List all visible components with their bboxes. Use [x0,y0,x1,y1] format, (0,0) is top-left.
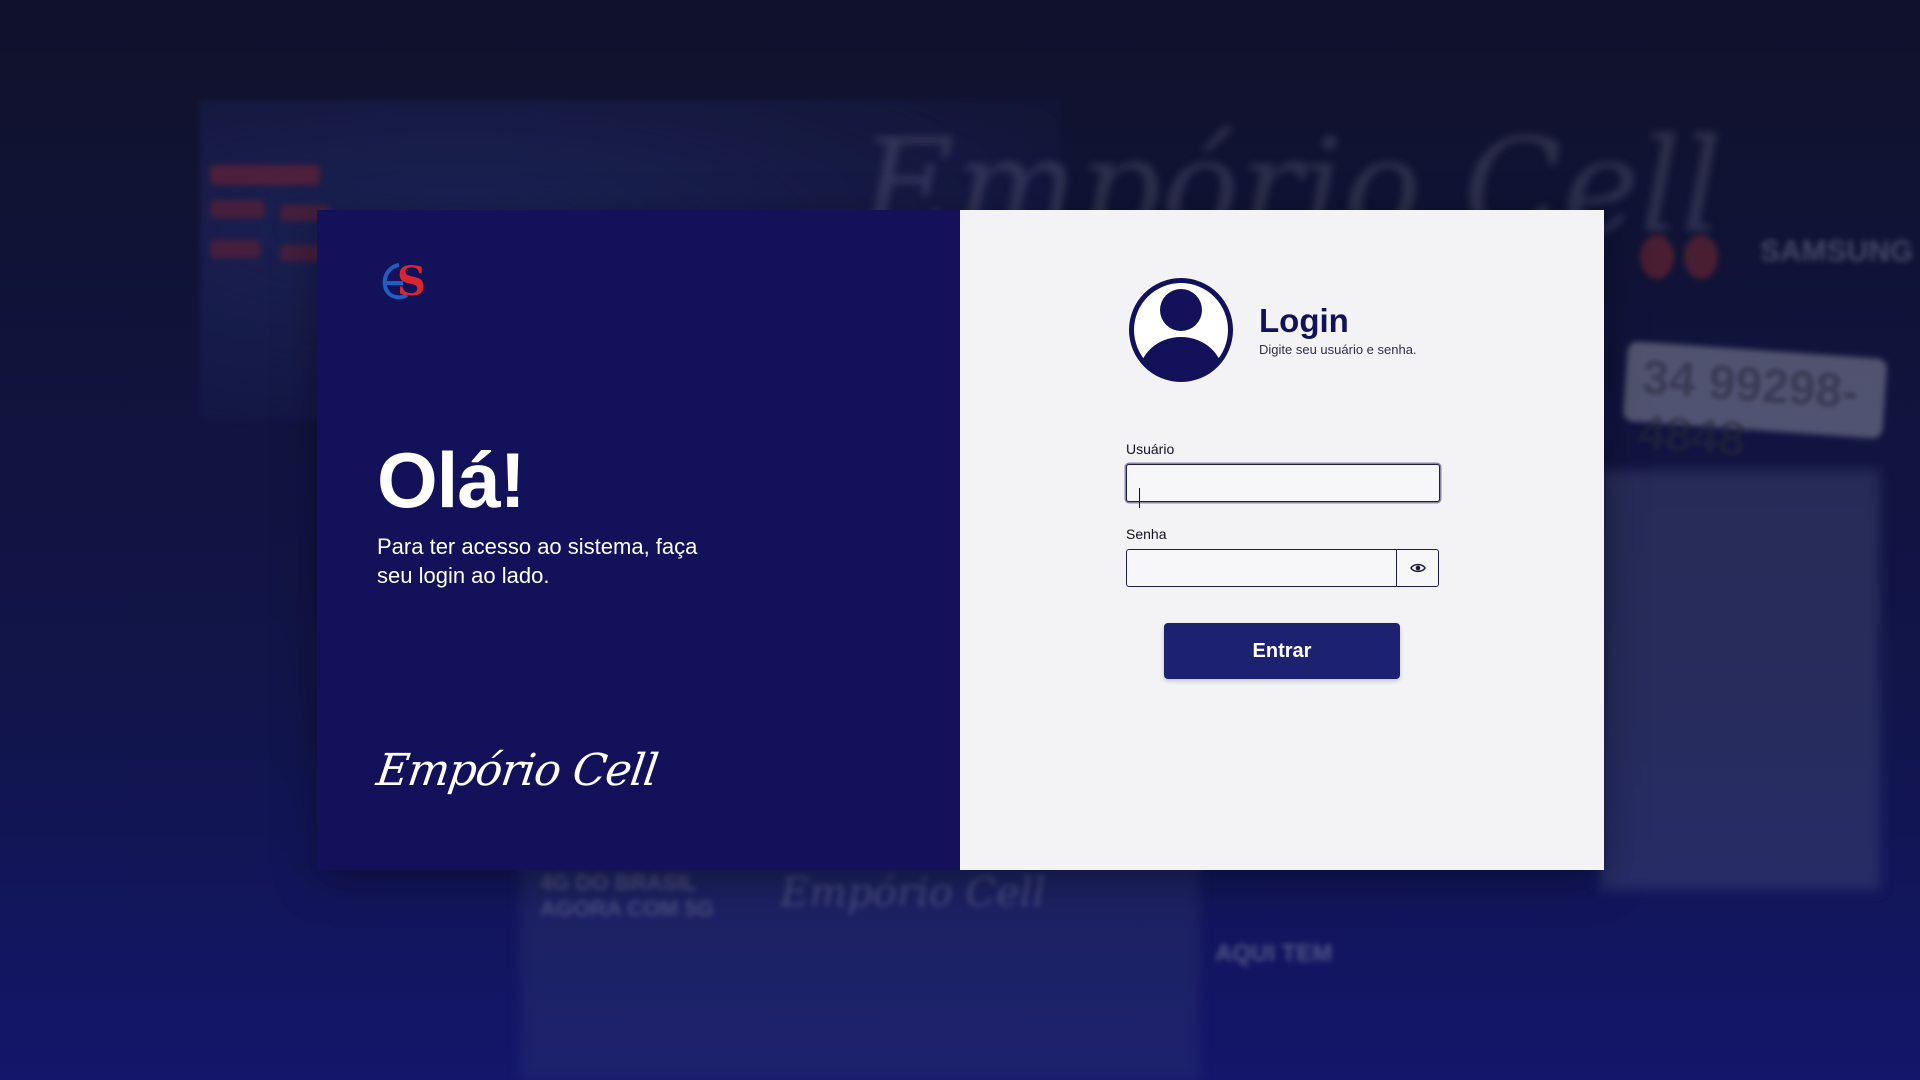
toggle-password-button[interactable] [1396,549,1439,587]
user-label: Usuário [1126,441,1175,457]
greeting-title: Olá! [377,436,526,524]
login-form: Usuário Senha [1126,441,1440,611]
password-row [1126,549,1440,587]
login-header: Login Digite seu usuário e senha. [1126,275,1417,385]
bg-sign-block [210,240,260,258]
password-input[interactable] [1126,549,1397,587]
user-input[interactable] [1126,464,1440,502]
bg-banner-text: 4G DO BRASIL AGORA COM 5G [540,870,714,921]
welcome-panel: S Olá! Para ter acesso ao sistema, faça … [317,210,960,870]
eye-icon [1409,563,1426,573]
bg-aqui-tem: AQUI TEM [1215,940,1333,967]
user-circle-icon [1129,278,1233,382]
es-logo-icon: S [382,258,426,305]
greeting-text: Para ter acesso ao sistema, faça seu log… [377,534,698,588]
bg-samsung-sign: SAMSUNG [1760,235,1914,268]
login-title-group: Login Digite seu usuário e senha. [1259,301,1417,357]
bg-logo-circle [1684,235,1718,279]
svg-text:S: S [397,258,426,305]
bg-phone-text: 34 99298-4848 [1636,351,1860,467]
bg-display [1600,470,1880,890]
password-field-group: Senha [1126,526,1440,587]
brand-logo: Empório Cell [373,745,661,796]
login-card: S Olá! Para ter acesso ao sistema, faça … [317,210,1604,870]
password-label: Senha [1126,526,1167,542]
login-subtitle: Digite seu usuário e senha. [1259,342,1417,357]
bg-sign-block [210,200,265,218]
user-field-group: Usuário [1126,441,1440,502]
bg-sign-block [210,165,320,185]
bg-logo-circle [1640,235,1674,279]
login-title: Login [1259,302,1349,339]
login-button[interactable]: Entrar [1164,623,1400,679]
bg-bottom-script: Empório Cell [780,870,1046,916]
text-cursor [1139,488,1140,508]
login-panel: Login Digite seu usuário e senha. Usuári… [960,210,1604,870]
